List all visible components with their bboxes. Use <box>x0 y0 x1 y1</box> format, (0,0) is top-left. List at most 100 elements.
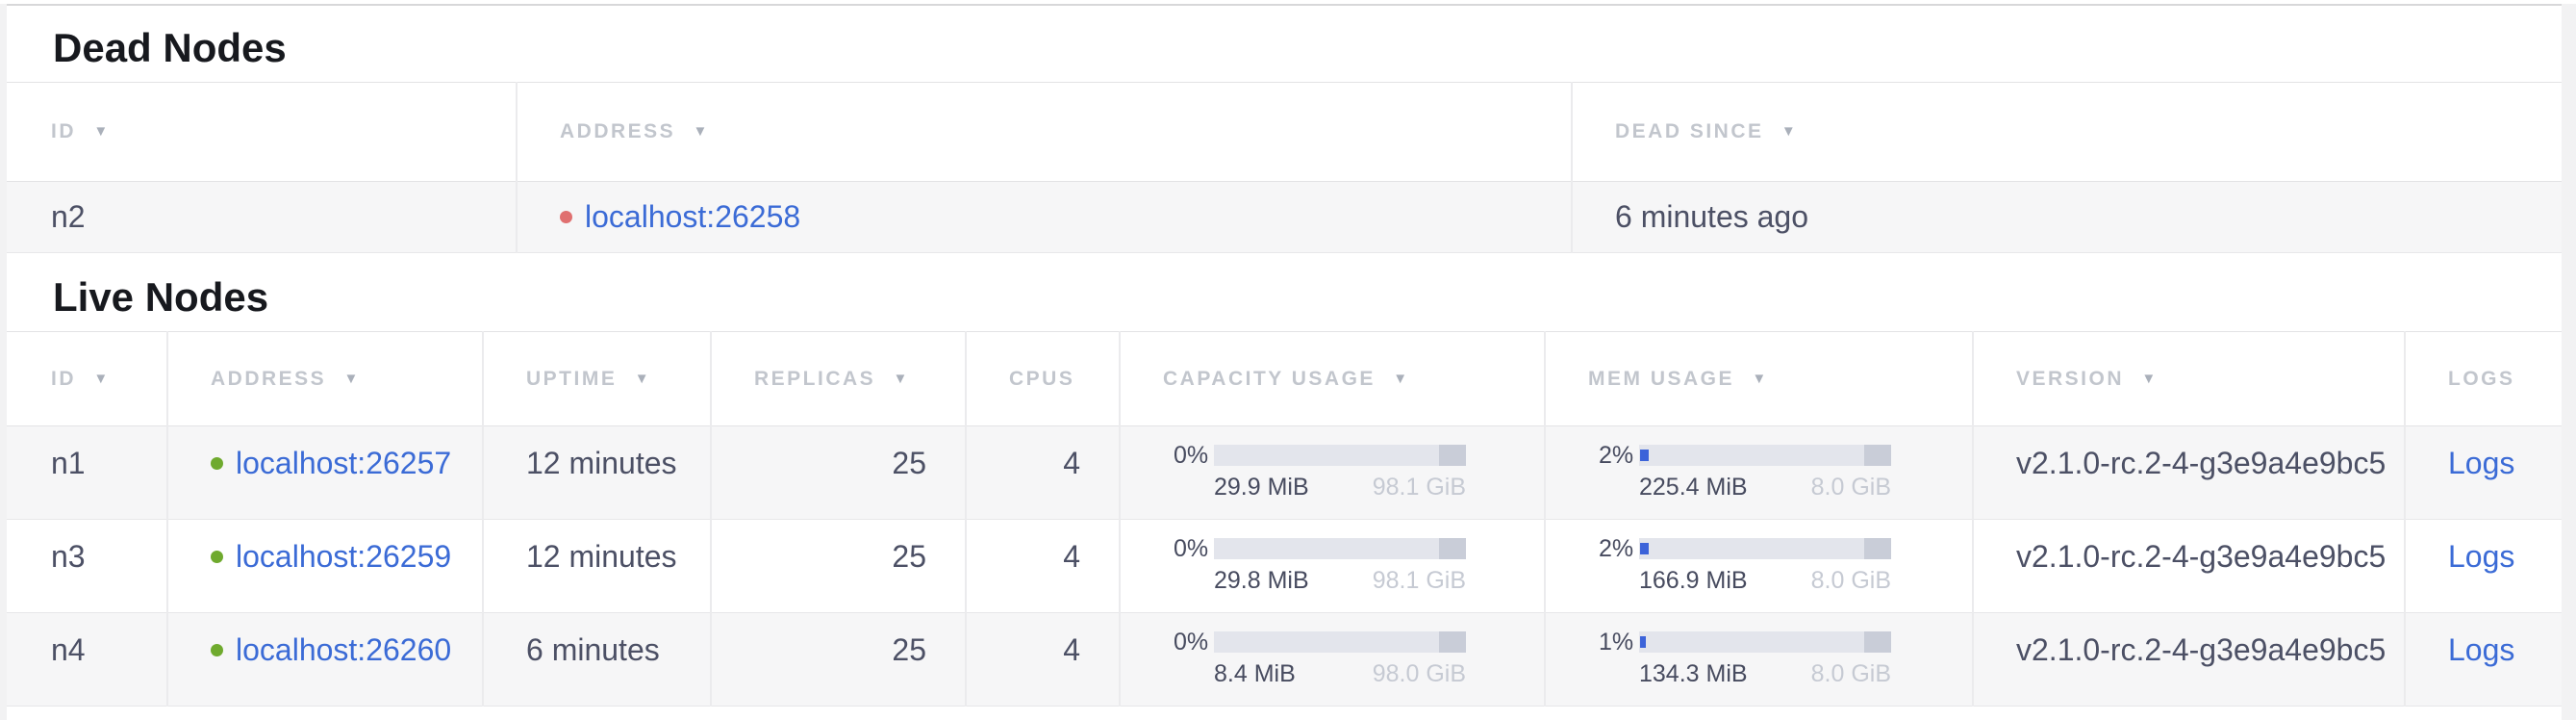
sort-desc-icon: ▼ <box>1752 371 1768 387</box>
logs-link[interactable]: Logs <box>2448 446 2514 480</box>
sort-desc-icon: ▼ <box>894 371 910 387</box>
column-header: LOGS ▼ <box>2405 332 2562 426</box>
mem-percent-label: 2% <box>1599 442 1639 470</box>
node-id-cell: n3 <box>7 520 167 613</box>
capacity-total-value: 98.0 GiB <box>1373 660 1466 688</box>
node-address-cell: localhost:26259 <box>167 520 483 613</box>
capacity-used-value: 29.9 MiB <box>1214 474 1309 501</box>
bar-reserved-segment <box>1439 538 1466 559</box>
sort-desc-icon: ▼ <box>694 123 710 140</box>
column-header-label: CPUS <box>1009 368 1074 390</box>
column-header[interactable]: ADDRESS ▼ <box>517 83 1572 182</box>
bar-used-segment <box>1640 450 1649 461</box>
capacity-total-value: 98.1 GiB <box>1373 567 1466 595</box>
capacity-usage-bar <box>1214 538 1466 559</box>
column-header-label: ADDRESS <box>560 120 675 142</box>
column-header-label: VERSION <box>2016 368 2124 390</box>
mem-usage-cell: 1% 134.3 MiB 8.0 GiB <box>1545 613 1973 707</box>
sort-desc-icon: ▼ <box>93 123 110 140</box>
capacity-percent-label: 0% <box>1174 442 1214 470</box>
column-header[interactable]: ID ▼ <box>7 83 517 182</box>
capacity-total-value: 98.1 GiB <box>1373 474 1466 501</box>
bar-reserved-segment <box>1864 631 1891 653</box>
mem-usage-bar <box>1639 538 1891 559</box>
live-status-icon <box>211 457 223 470</box>
column-header[interactable]: CAPACITY USAGE ▼ <box>1120 332 1545 426</box>
replicas-cell: 25 <box>711 613 966 707</box>
version-cell: v2.1.0-rc.2-4-g3e9a4e9bc5 <box>1973 426 2405 520</box>
mem-total-value: 8.0 GiB <box>1811 660 1891 688</box>
mem-usage-bar <box>1639 445 1891 466</box>
capacity-percent-label: 0% <box>1174 629 1214 656</box>
bar-used-segment <box>1640 636 1646 648</box>
mem-total-value: 8.0 GiB <box>1811 567 1891 595</box>
capacity-usage-cell: 0% 29.8 MiB 98.1 GiB <box>1120 520 1545 613</box>
version-cell: v2.1.0-rc.2-4-g3e9a4e9bc5 <box>1973 520 2405 613</box>
dead-since-cell: 6 minutes ago <box>1572 182 2562 253</box>
mem-usage-cell: 2% 225.4 MiB 8.0 GiB <box>1545 426 1973 520</box>
capacity-usage-cell: 0% 8.4 MiB 98.0 GiB <box>1120 613 1545 707</box>
column-header[interactable]: REPLICAS ▼ <box>711 332 966 426</box>
live-node-row: n4 localhost:26260 6 minutes 25 4 0% 8.4… <box>7 613 2562 707</box>
column-header-label: REPLICAS <box>754 368 875 390</box>
sort-desc-icon: ▼ <box>2141 371 2158 387</box>
live-status-icon <box>211 551 223 563</box>
live-nodes-header-row: ID ▼ ADDRESS ▼ UPTIME ▼ REPLICAS ▼ CPUS … <box>7 332 2562 426</box>
bar-reserved-segment <box>1864 445 1891 466</box>
mem-usage-bar <box>1639 631 1891 653</box>
sort-desc-icon: ▼ <box>1781 123 1798 140</box>
column-header-label: CAPACITY USAGE <box>1163 368 1376 390</box>
sort-desc-icon: ▼ <box>635 371 651 387</box>
column-header-label: ID <box>51 368 76 390</box>
dead-nodes-table: ID ▼ ADDRESS ▼ DEAD SINCE ▼ n2 localhost… <box>7 82 2562 253</box>
dead-node-row: n2 localhost:26258 6 minutes ago <box>7 182 2562 253</box>
logs-cell: Logs <box>2405 520 2562 613</box>
column-header[interactable]: ADDRESS ▼ <box>167 332 483 426</box>
node-address-cell: localhost:26257 <box>167 426 483 520</box>
bar-reserved-segment <box>1864 538 1891 559</box>
column-header[interactable]: ID ▼ <box>7 332 167 426</box>
node-address-link[interactable]: localhost:26260 <box>236 632 451 668</box>
column-header-label: DEAD SINCE <box>1615 120 1764 142</box>
cpus-cell: 4 <box>966 520 1120 613</box>
replicas-cell: 25 <box>711 520 966 613</box>
dead-nodes-title: Dead Nodes <box>7 6 2562 82</box>
column-header-label: UPTIME <box>526 368 617 390</box>
node-id-cell: n4 <box>7 613 167 707</box>
dead-status-icon <box>560 211 572 223</box>
node-address-cell: localhost:26258 <box>517 182 1572 253</box>
column-header[interactable]: UPTIME ▼ <box>483 332 711 426</box>
mem-total-value: 8.0 GiB <box>1811 474 1891 501</box>
cpus-cell: 4 <box>966 426 1120 520</box>
capacity-usage-bar <box>1214 631 1466 653</box>
live-node-row: n1 localhost:26257 12 minutes 25 4 0% 29… <box>7 426 2562 520</box>
logs-link[interactable]: Logs <box>2448 632 2514 667</box>
mem-used-value: 225.4 MiB <box>1639 474 1748 501</box>
node-address-link[interactable]: localhost:26257 <box>236 446 451 481</box>
mem-percent-label: 1% <box>1599 629 1639 656</box>
mem-used-value: 134.3 MiB <box>1639 660 1748 688</box>
column-header-label: ADDRESS <box>211 368 326 390</box>
capacity-percent-label: 0% <box>1174 535 1214 563</box>
column-header[interactable]: DEAD SINCE ▼ <box>1572 83 2562 182</box>
dead-nodes-header-row: ID ▼ ADDRESS ▼ DEAD SINCE ▼ <box>7 83 2562 182</box>
column-header-label: LOGS <box>2448 368 2515 390</box>
node-address-link[interactable]: localhost:26258 <box>585 199 800 235</box>
bar-used-segment <box>1640 543 1649 554</box>
node-address-link[interactable]: localhost:26259 <box>236 539 451 575</box>
sort-desc-icon: ▼ <box>1393 371 1409 387</box>
logs-link[interactable]: Logs <box>2448 539 2514 574</box>
column-header[interactable]: VERSION ▼ <box>1973 332 2405 426</box>
mem-percent-label: 2% <box>1599 535 1639 563</box>
uptime-cell: 12 minutes <box>483 520 711 613</box>
capacity-used-value: 29.8 MiB <box>1214 567 1309 595</box>
sort-desc-icon: ▼ <box>93 371 110 387</box>
live-nodes-table: ID ▼ ADDRESS ▼ UPTIME ▼ REPLICAS ▼ CPUS … <box>7 331 2562 707</box>
live-nodes-section: Live Nodes ID ▼ ADDRESS ▼ UPTIME ▼ REPLI… <box>7 253 2562 707</box>
node-address-cell: localhost:26260 <box>167 613 483 707</box>
live-status-icon <box>211 644 223 656</box>
version-cell: v2.1.0-rc.2-4-g3e9a4e9bc5 <box>1973 613 2405 707</box>
column-header[interactable]: MEM USAGE ▼ <box>1545 332 1973 426</box>
mem-usage-cell: 2% 166.9 MiB 8.0 GiB <box>1545 520 1973 613</box>
mem-used-value: 166.9 MiB <box>1639 567 1748 595</box>
